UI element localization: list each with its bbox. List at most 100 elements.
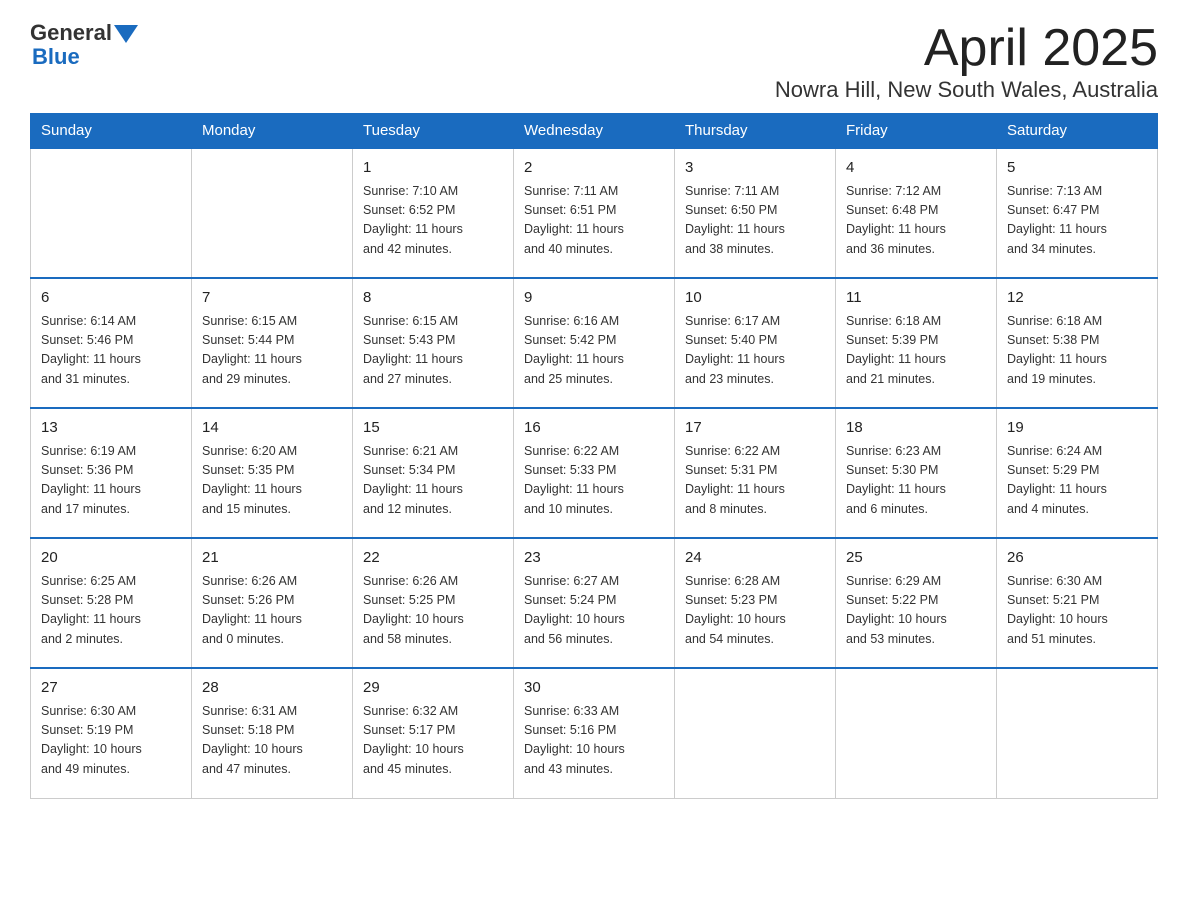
day-number: 29 [363,677,503,700]
calendar-cell [31,148,192,278]
day-info: Sunrise: 6:24 AMSunset: 5:29 PMDaylight:… [1007,442,1147,520]
day-number: 15 [363,417,503,440]
calendar-cell: 30Sunrise: 6:33 AMSunset: 5:16 PMDayligh… [514,668,675,798]
day-info: Sunrise: 6:15 AMSunset: 5:43 PMDaylight:… [363,312,503,390]
calendar-cell: 5Sunrise: 7:13 AMSunset: 6:47 PMDaylight… [997,148,1158,278]
day-info: Sunrise: 6:18 AMSunset: 5:39 PMDaylight:… [846,312,986,390]
calendar-cell: 4Sunrise: 7:12 AMSunset: 6:48 PMDaylight… [836,148,997,278]
calendar-cell: 3Sunrise: 7:11 AMSunset: 6:50 PMDaylight… [675,148,836,278]
day-info: Sunrise: 6:27 AMSunset: 5:24 PMDaylight:… [524,572,664,650]
day-info: Sunrise: 6:30 AMSunset: 5:21 PMDaylight:… [1007,572,1147,650]
calendar-cell: 17Sunrise: 6:22 AMSunset: 5:31 PMDayligh… [675,408,836,538]
calendar-cell [192,148,353,278]
day-info: Sunrise: 6:25 AMSunset: 5:28 PMDaylight:… [41,572,181,650]
calendar-cell: 6Sunrise: 6:14 AMSunset: 5:46 PMDaylight… [31,278,192,408]
day-info: Sunrise: 6:15 AMSunset: 5:44 PMDaylight:… [202,312,342,390]
calendar-week-row: 1Sunrise: 7:10 AMSunset: 6:52 PMDaylight… [31,148,1158,278]
logo-blue: Blue [32,44,80,70]
calendar-header-row: SundayMondayTuesdayWednesdayThursdayFrid… [31,114,1158,149]
day-number: 12 [1007,287,1147,310]
day-info: Sunrise: 6:26 AMSunset: 5:26 PMDaylight:… [202,572,342,650]
day-info: Sunrise: 7:12 AMSunset: 6:48 PMDaylight:… [846,182,986,260]
title-area: April 2025 Nowra Hill, New South Wales, … [775,20,1158,103]
calendar-cell: 26Sunrise: 6:30 AMSunset: 5:21 PMDayligh… [997,538,1158,668]
day-info: Sunrise: 6:23 AMSunset: 5:30 PMDaylight:… [846,442,986,520]
day-number: 25 [846,547,986,570]
calendar-cell: 24Sunrise: 6:28 AMSunset: 5:23 PMDayligh… [675,538,836,668]
calendar-cell: 19Sunrise: 6:24 AMSunset: 5:29 PMDayligh… [997,408,1158,538]
day-number: 14 [202,417,342,440]
calendar-cell: 29Sunrise: 6:32 AMSunset: 5:17 PMDayligh… [353,668,514,798]
calendar-cell: 7Sunrise: 6:15 AMSunset: 5:44 PMDaylight… [192,278,353,408]
calendar-cell: 14Sunrise: 6:20 AMSunset: 5:35 PMDayligh… [192,408,353,538]
calendar-cell: 16Sunrise: 6:22 AMSunset: 5:33 PMDayligh… [514,408,675,538]
column-header-friday: Friday [836,114,997,149]
column-header-thursday: Thursday [675,114,836,149]
day-number: 18 [846,417,986,440]
column-header-monday: Monday [192,114,353,149]
column-header-wednesday: Wednesday [514,114,675,149]
calendar-cell: 28Sunrise: 6:31 AMSunset: 5:18 PMDayligh… [192,668,353,798]
calendar-cell: 8Sunrise: 6:15 AMSunset: 5:43 PMDaylight… [353,278,514,408]
calendar-cell [675,668,836,798]
calendar-cell: 9Sunrise: 6:16 AMSunset: 5:42 PMDaylight… [514,278,675,408]
day-number: 6 [41,287,181,310]
day-info: Sunrise: 6:17 AMSunset: 5:40 PMDaylight:… [685,312,825,390]
calendar-cell: 18Sunrise: 6:23 AMSunset: 5:30 PMDayligh… [836,408,997,538]
day-number: 1 [363,157,503,180]
day-info: Sunrise: 6:18 AMSunset: 5:38 PMDaylight:… [1007,312,1147,390]
day-number: 11 [846,287,986,310]
day-number: 13 [41,417,181,440]
day-number: 16 [524,417,664,440]
calendar-cell: 13Sunrise: 6:19 AMSunset: 5:36 PMDayligh… [31,408,192,538]
day-info: Sunrise: 6:29 AMSunset: 5:22 PMDaylight:… [846,572,986,650]
day-info: Sunrise: 7:10 AMSunset: 6:52 PMDaylight:… [363,182,503,260]
day-number: 5 [1007,157,1147,180]
day-info: Sunrise: 6:32 AMSunset: 5:17 PMDaylight:… [363,702,503,780]
day-number: 24 [685,547,825,570]
calendar-table: SundayMondayTuesdayWednesdayThursdayFrid… [30,113,1158,799]
calendar-cell: 23Sunrise: 6:27 AMSunset: 5:24 PMDayligh… [514,538,675,668]
day-info: Sunrise: 6:31 AMSunset: 5:18 PMDaylight:… [202,702,342,780]
day-info: Sunrise: 7:13 AMSunset: 6:47 PMDaylight:… [1007,182,1147,260]
calendar-cell: 25Sunrise: 6:29 AMSunset: 5:22 PMDayligh… [836,538,997,668]
day-info: Sunrise: 6:30 AMSunset: 5:19 PMDaylight:… [41,702,181,780]
day-number: 21 [202,547,342,570]
day-number: 22 [363,547,503,570]
calendar-cell: 21Sunrise: 6:26 AMSunset: 5:26 PMDayligh… [192,538,353,668]
calendar-cell: 22Sunrise: 6:26 AMSunset: 5:25 PMDayligh… [353,538,514,668]
calendar-cell: 10Sunrise: 6:17 AMSunset: 5:40 PMDayligh… [675,278,836,408]
day-number: 23 [524,547,664,570]
day-number: 7 [202,287,342,310]
calendar-week-row: 6Sunrise: 6:14 AMSunset: 5:46 PMDaylight… [31,278,1158,408]
day-number: 9 [524,287,664,310]
day-info: Sunrise: 6:14 AMSunset: 5:46 PMDaylight:… [41,312,181,390]
day-info: Sunrise: 6:20 AMSunset: 5:35 PMDaylight:… [202,442,342,520]
column-header-saturday: Saturday [997,114,1158,149]
day-info: Sunrise: 7:11 AMSunset: 6:50 PMDaylight:… [685,182,825,260]
day-info: Sunrise: 6:21 AMSunset: 5:34 PMDaylight:… [363,442,503,520]
calendar-cell: 27Sunrise: 6:30 AMSunset: 5:19 PMDayligh… [31,668,192,798]
day-number: 4 [846,157,986,180]
day-info: Sunrise: 6:33 AMSunset: 5:16 PMDaylight:… [524,702,664,780]
day-number: 17 [685,417,825,440]
column-header-sunday: Sunday [31,114,192,149]
day-number: 27 [41,677,181,700]
calendar-week-row: 13Sunrise: 6:19 AMSunset: 5:36 PMDayligh… [31,408,1158,538]
calendar-cell: 20Sunrise: 6:25 AMSunset: 5:28 PMDayligh… [31,538,192,668]
calendar-cell: 1Sunrise: 7:10 AMSunset: 6:52 PMDaylight… [353,148,514,278]
header: General Blue April 2025 Nowra Hill, New … [30,20,1158,103]
day-number: 2 [524,157,664,180]
calendar-cell: 2Sunrise: 7:11 AMSunset: 6:51 PMDaylight… [514,148,675,278]
day-number: 19 [1007,417,1147,440]
calendar-week-row: 27Sunrise: 6:30 AMSunset: 5:19 PMDayligh… [31,668,1158,798]
calendar-cell: 11Sunrise: 6:18 AMSunset: 5:39 PMDayligh… [836,278,997,408]
day-number: 26 [1007,547,1147,570]
calendar-cell [836,668,997,798]
calendar-cell: 15Sunrise: 6:21 AMSunset: 5:34 PMDayligh… [353,408,514,538]
calendar-week-row: 20Sunrise: 6:25 AMSunset: 5:28 PMDayligh… [31,538,1158,668]
day-number: 28 [202,677,342,700]
day-number: 30 [524,677,664,700]
day-info: Sunrise: 7:11 AMSunset: 6:51 PMDaylight:… [524,182,664,260]
day-info: Sunrise: 6:16 AMSunset: 5:42 PMDaylight:… [524,312,664,390]
